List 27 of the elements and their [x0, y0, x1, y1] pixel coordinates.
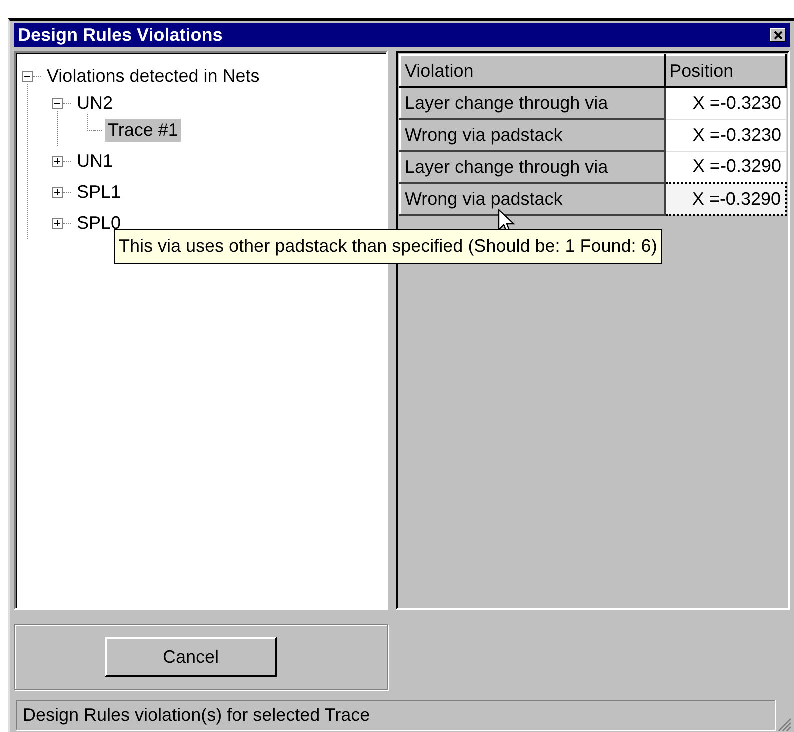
- expand-icon[interactable]: [52, 187, 63, 198]
- collapse-icon[interactable]: [52, 98, 63, 109]
- table-cell[interactable]: X =-0.3290: [664, 151, 786, 183]
- table-cell: Wrong via padstack: [400, 183, 665, 215]
- table-cell: Layer change through via: [400, 87, 665, 119]
- column-header[interactable]: Violation: [400, 55, 665, 87]
- expand-icon[interactable]: [52, 156, 63, 167]
- tree-item[interactable]: Trace #1: [105, 119, 182, 142]
- tree-item[interactable]: UN2: [74, 92, 116, 115]
- resize-grip-icon[interactable]: [776, 716, 792, 732]
- status-text: Design Rules violation(s) for selected Trace: [16, 700, 776, 730]
- close-icon: [774, 30, 782, 40]
- table-cell: Wrong via padstack: [400, 119, 665, 151]
- expand-icon[interactable]: [52, 218, 63, 229]
- cancel-button[interactable]: Cancel: [105, 637, 277, 677]
- table-cell[interactable]: X =-0.3230: [664, 119, 786, 151]
- table-cell[interactable]: X =-0.3230: [664, 87, 786, 119]
- window-title: Design Rules Violations: [18, 24, 223, 46]
- tree-item[interactable]: SPL1: [74, 181, 124, 204]
- table-cell: Layer change through via: [400, 151, 665, 183]
- close-button[interactable]: [770, 28, 786, 42]
- table-cell[interactable]: X =-0.3290: [664, 183, 786, 215]
- collapse-icon[interactable]: [22, 71, 33, 82]
- tree-item[interactable]: Violations detected in Nets: [44, 65, 263, 88]
- column-header[interactable]: Position: [664, 55, 786, 87]
- tree-item[interactable]: UN1: [74, 150, 116, 173]
- tooltip: This via uses other padstack than specified (Should be: 1 Found: 6): [114, 229, 662, 264]
